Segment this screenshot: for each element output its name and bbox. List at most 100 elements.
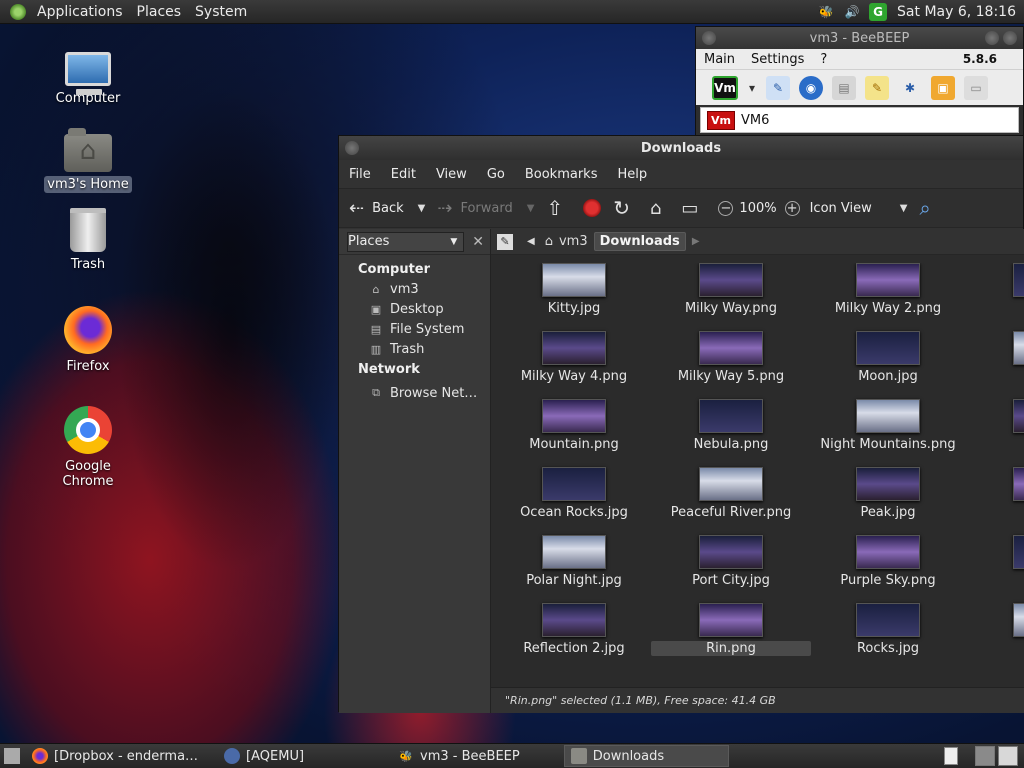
task-aqemu[interactable]: [AQEMU] (218, 745, 310, 767)
notes-icon[interactable]: ✎ (865, 75, 889, 100)
back-history-dropdown-icon[interactable]: ▼ (418, 203, 426, 214)
file-item[interactable]: Peaceful River.png (651, 467, 811, 520)
tools-icon[interactable]: ✱ (898, 76, 922, 100)
file-item[interactable]: Purple Sky.png (808, 535, 968, 588)
stop-button[interactable] (583, 188, 602, 228)
sidebar-item-desktop[interactable]: ▣ Desktop (339, 299, 490, 319)
search-button[interactable]: ⌕ (919, 188, 938, 228)
file-item[interactable]: Rocks.jpg (808, 603, 968, 656)
beebeep-tray-icon[interactable]: 🐝 (817, 3, 835, 21)
window-menu-icon[interactable] (702, 31, 716, 45)
file-item[interactable]: Peak.jpg (808, 467, 968, 520)
file-item[interactable]: Polar Night.jpg (494, 535, 654, 588)
share-folder-icon[interactable]: ▣ (931, 75, 955, 100)
vm-status-button[interactable]: Vm (712, 75, 738, 100)
file-item[interactable]: Sa (965, 603, 1024, 656)
notes-applet-icon[interactable] (944, 747, 958, 765)
user-name[interactable]: VM6 (741, 113, 769, 128)
file-item[interactable]: Milky Way 5.png (651, 331, 811, 384)
sidebar-item-browse-network[interactable]: ⧉ Browse Net… (339, 383, 490, 403)
file-item[interactable]: Nebula.png (651, 399, 811, 452)
menu-places[interactable]: Places (132, 4, 191, 20)
file-item[interactable]: Night Mountains.png (808, 399, 968, 452)
minimize-icon[interactable] (985, 31, 999, 45)
file-item[interactable]: Milky (965, 263, 1024, 316)
file-item[interactable]: Re (965, 535, 1024, 588)
task-downloads[interactable]: Downloads (563, 745, 729, 767)
menu-applications[interactable]: Applications (32, 4, 132, 20)
reload-button[interactable]: ↻ (613, 188, 638, 228)
forward-button[interactable]: ⇢ Forward ▼ (437, 188, 534, 228)
task-dropbox[interactable]: [Dropbox - enderma… (26, 745, 204, 767)
path-bar: ✎ ◀ ⌂ vm3 Downloads ▶ (491, 229, 1024, 255)
maximize-icon[interactable] (1003, 31, 1017, 45)
menu-view[interactable]: View (426, 167, 477, 182)
file-item[interactable]: Mo (965, 331, 1024, 384)
workspace-2[interactable] (998, 746, 1018, 766)
desktop-icon-trash[interactable]: Trash (38, 208, 138, 273)
path-left-arrow-icon[interactable]: ◀ (527, 236, 535, 247)
file-item[interactable]: Reflection 2.jpg (494, 603, 654, 656)
file-manager-titlebar[interactable]: Downloads (339, 136, 1023, 160)
menu-go[interactable]: Go (477, 167, 515, 182)
volume-icon[interactable]: 🔊 (843, 3, 861, 21)
clock[interactable]: Sat May 6, 18:16 (891, 4, 1024, 20)
sidebar-item-file-system[interactable]: ▤ File System (339, 319, 490, 339)
computer-button[interactable]: ▭ (681, 188, 706, 228)
task-beebeep[interactable]: 🐝 vm3 - BeeBEEP (392, 745, 526, 767)
beebeep-titlebar[interactable]: vm3 - BeeBEEP (696, 27, 1023, 49)
desktop-icon-chrome[interactable]: Google Chrome (38, 406, 138, 490)
file-item[interactable]: Kitty.jpg (494, 263, 654, 316)
forward-history-dropdown-icon[interactable]: ▼ (527, 203, 535, 214)
back-button[interactable]: ⇠ Back ▼ (349, 188, 425, 228)
sidebar-item-trash[interactable]: ▥ Trash (339, 339, 490, 359)
menu-system[interactable]: System (190, 4, 256, 20)
close-icon[interactable]: ✕ (472, 234, 484, 250)
up-button[interactable]: ⇧ (546, 188, 571, 228)
beebeep-menu-help[interactable]: ? (812, 52, 835, 67)
file-item[interactable]: Milky Way.png (651, 263, 811, 316)
beebeep-menu-settings[interactable]: Settings (743, 52, 812, 67)
status-dropdown-icon[interactable]: ▾ (747, 76, 757, 100)
chevron-down-icon: ▼ (899, 202, 908, 214)
file-item[interactable]: Northe (965, 399, 1024, 452)
file-item[interactable]: Mountain.png (494, 399, 654, 452)
file-item[interactable]: P (965, 467, 1024, 520)
top-panel: Applications Places System 🐝 🔊 G Sat May… (0, 0, 1024, 24)
window-menu-icon[interactable] (345, 141, 359, 155)
desktop-icon-computer[interactable]: Computer (38, 46, 138, 107)
contacts-icon[interactable]: ▤ (832, 75, 856, 100)
menu-file[interactable]: File (339, 167, 381, 182)
update-manager-icon[interactable]: G (869, 3, 888, 21)
zoom-out-button[interactable]: − (718, 188, 734, 228)
sidebar-item-vm3[interactable]: ⌂ vm3 (339, 279, 490, 299)
menu-help[interactable]: Help (607, 167, 657, 182)
zoom-in-button[interactable]: + (784, 188, 800, 228)
network-icon[interactable]: ◉ (799, 75, 823, 100)
path-right-arrow-icon[interactable]: ▶ (692, 236, 700, 247)
breadcrumb-downloads[interactable]: Downloads (593, 232, 686, 251)
view-mode-select[interactable]: Icon View ▼ (810, 188, 908, 228)
file-item[interactable]: Moon.jpg (808, 331, 968, 384)
distro-logo-icon[interactable] (10, 3, 26, 20)
workspace-1[interactable] (975, 746, 995, 766)
edit-profile-icon[interactable]: ✎ (766, 75, 790, 100)
breadcrumb-vm3[interactable]: ⌂ vm3 (545, 234, 588, 249)
file-item[interactable]: Ocean Rocks.jpg (494, 467, 654, 520)
file-item[interactable]: Milky Way 4.png (494, 331, 654, 384)
menu-edit[interactable]: Edit (381, 167, 426, 182)
home-button[interactable]: ⌂ (650, 188, 669, 228)
show-desktop-button[interactable] (0, 745, 24, 767)
sidebar-heading-computer: Computer (358, 262, 431, 277)
file-item[interactable]: Milky Way 2.png (808, 263, 968, 316)
beebeep-menu-main[interactable]: Main (696, 52, 743, 67)
sidebar-type-select[interactable]: Places ▼ (347, 231, 465, 252)
zoom-level[interactable]: 100% (739, 188, 776, 228)
file-item[interactable]: Rin.png (651, 603, 811, 656)
edit-location-icon[interactable]: ✎ (497, 233, 513, 250)
menu-bookmarks[interactable]: Bookmarks (515, 167, 608, 182)
desktop-icon-firefox[interactable]: Firefox (38, 306, 138, 375)
delete-icon[interactable]: ▭ (964, 75, 988, 100)
file-item[interactable]: Port City.jpg (651, 535, 811, 588)
desktop-icon-home[interactable]: vm3's Home (38, 128, 138, 193)
